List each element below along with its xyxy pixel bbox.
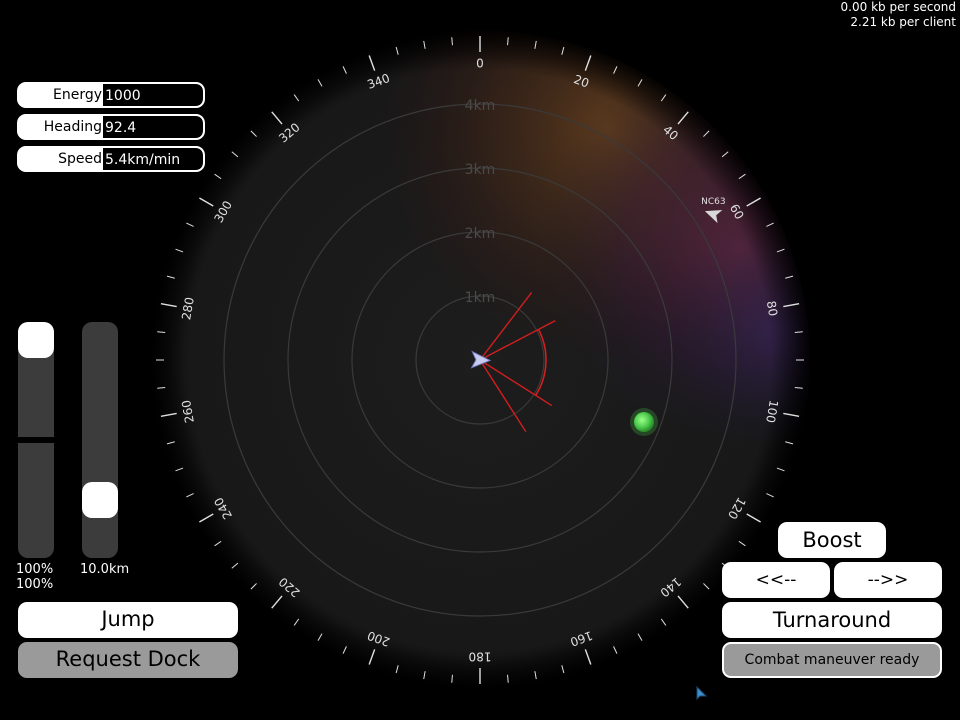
- throttle-percent-1: 100%: [16, 562, 54, 577]
- energy-value: 1000: [103, 84, 203, 106]
- contact-label: NC63: [701, 197, 725, 207]
- range-readout: 10.0km: [80, 562, 130, 577]
- network-rate-per-client: 2.21 kb per client: [850, 15, 956, 29]
- compass-tick: [451, 674, 453, 683]
- compass-tick: [794, 387, 803, 389]
- compass-tick: [794, 331, 803, 333]
- throttle-slider-divider: [18, 437, 54, 443]
- compass-tick: [507, 37, 509, 46]
- range-label: 3km: [465, 162, 496, 178]
- compass-tick: [157, 387, 166, 389]
- compass-tick: [157, 331, 166, 333]
- range-slider[interactable]: [82, 322, 118, 558]
- compass-label: 180: [469, 650, 492, 664]
- range-label: 4km: [465, 98, 496, 114]
- combat-maneuver-button[interactable]: Combat maneuver ready: [722, 642, 942, 678]
- speed-label: Speed: [58, 151, 102, 167]
- jump-button[interactable]: Jump: [18, 602, 238, 638]
- throttle-percent-2: 100%: [16, 577, 54, 592]
- network-rate-per-second: 0.00 kb per second: [840, 0, 956, 14]
- heading-label: Heading: [43, 119, 102, 135]
- range-slider-thumb[interactable]: [82, 482, 118, 518]
- planet-icon: [630, 408, 658, 436]
- heading-readout: Heading 92.4: [17, 114, 205, 140]
- request-dock-button[interactable]: Request Dock: [18, 642, 238, 678]
- throttle-slider[interactable]: [18, 322, 54, 558]
- throttle-readout: 100% 100%: [16, 562, 53, 592]
- boost-button[interactable]: Boost: [778, 522, 886, 558]
- speed-value: 5.4km/min: [103, 148, 203, 170]
- speed-readout: Speed 5.4km/min: [17, 146, 205, 172]
- compass-tick: [507, 674, 509, 683]
- compass-tick: [451, 37, 453, 46]
- range-label: 1km: [465, 290, 496, 306]
- heading-value: 92.4: [103, 116, 203, 138]
- compass-label: 80: [764, 300, 780, 317]
- turnaround-button[interactable]: Turnaround: [722, 602, 942, 638]
- network-stats: 0.00 kb per second 2.21 kb per client: [841, 0, 956, 30]
- turn-right-button[interactable]: -->>: [834, 562, 942, 598]
- range-label: 2km: [465, 226, 496, 242]
- compass-label: 0: [476, 57, 484, 71]
- turn-left-button[interactable]: <<--: [722, 562, 830, 598]
- mouse-cursor-icon: [696, 686, 708, 701]
- energy-readout: Energy 1000: [17, 82, 205, 108]
- throttle-slider-thumb[interactable]: [18, 322, 54, 358]
- energy-label: Energy: [52, 87, 102, 103]
